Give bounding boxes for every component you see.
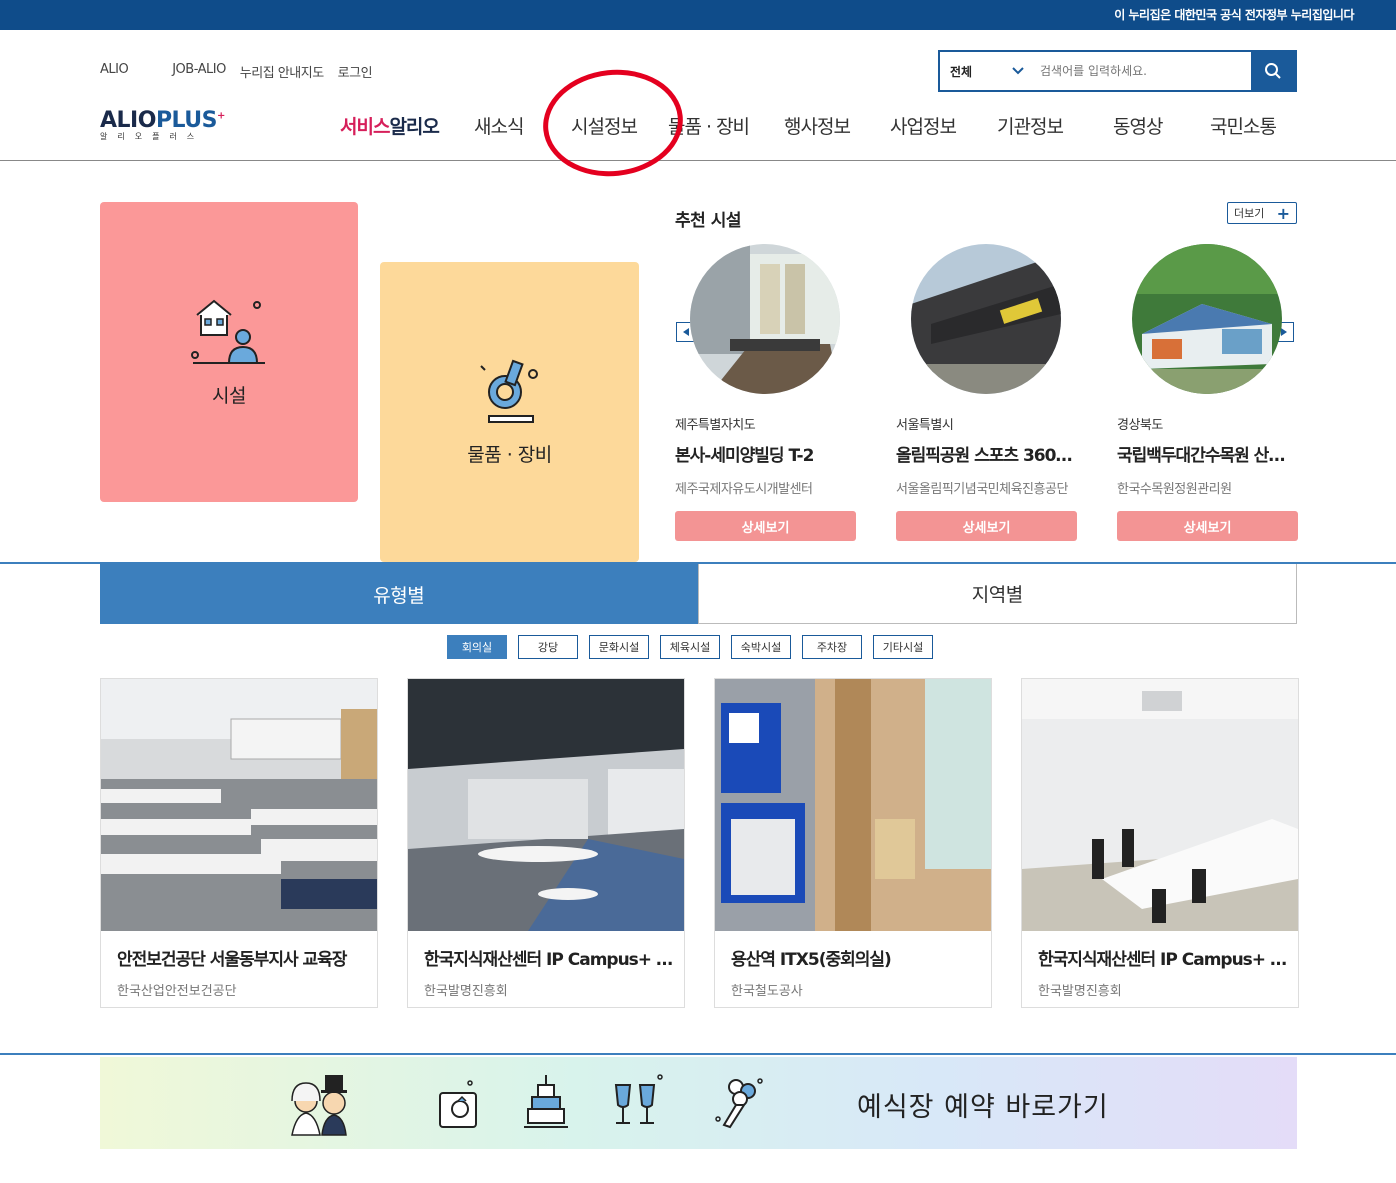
utility-links: ALIO JOB-ALIO 누리집 안내지도 로그인: [100, 62, 373, 81]
facility-icon: [191, 299, 265, 364]
recommend-region: 서울특별시: [896, 418, 954, 433]
detail-button[interactable]: 상세보기: [1117, 511, 1298, 541]
facility-title[interactable]: 용산역 ITX5(중회의실): [731, 945, 981, 970]
recommend-photo: [1132, 244, 1282, 394]
search-scope-select[interactable]: 전체: [940, 52, 1034, 90]
champagne-glasses-icon: [614, 1074, 663, 1124]
chevron-down-icon: [1012, 67, 1024, 75]
nav-brand-service-alio[interactable]: 서비스알리오: [340, 112, 440, 139]
recommend-region: 제주특별자치도: [675, 418, 756, 433]
search-scope-value: 전체: [950, 64, 973, 79]
main-nav: 서비스알리오 새소식 시설정보 물품 · 장비 행사정보 사업정보 기관정보 동…: [0, 112, 1396, 142]
search-input[interactable]: [1034, 52, 1251, 90]
search-icon: [1265, 63, 1281, 79]
recommend-org: 제주국제자유도시개발센터: [675, 482, 813, 497]
facility-card[interactable]: 한국지식재산센터 IP Campus+ 아이디어룸 한국발명진흥회: [407, 678, 685, 1008]
recommend-photo: [690, 244, 840, 394]
nav-item-videos[interactable]: 동영상: [1113, 112, 1163, 139]
facility-org: 한국발명진흥회: [1038, 984, 1122, 999]
util-link-alio[interactable]: ALIO: [100, 62, 129, 81]
bouquet-icon: [715, 1078, 763, 1129]
search-bar: 전체: [938, 50, 1297, 92]
nav-divider: [0, 160, 1396, 161]
recommend-photo: [911, 244, 1061, 394]
nav-brand-b: 알리오: [389, 116, 439, 138]
recommend-org: 한국수목원정원관리원: [1117, 482, 1232, 497]
util-link-login[interactable]: 로그인: [338, 62, 373, 81]
detail-button[interactable]: 상세보기: [896, 511, 1077, 541]
util-link-job-alio[interactable]: JOB-ALIO: [172, 62, 226, 81]
chip-culture[interactable]: 문화시설: [589, 635, 649, 659]
recommend-title: 추천 시설: [675, 211, 741, 231]
facility-photo: [715, 679, 991, 931]
ring-box-icon: [439, 1080, 477, 1128]
equipment-tile[interactable]: 물품 · 장비: [380, 262, 639, 562]
facility-title[interactable]: 한국지식재산센터 IP Campus+ 상상룸: [1038, 945, 1288, 970]
category-tabs: 유형별 지역별: [100, 564, 1297, 624]
banner-text: 예식장 예약 바로가기: [857, 1092, 1109, 1123]
chip-parking[interactable]: 주차장: [802, 635, 862, 659]
chip-meeting-room[interactable]: 회의실: [447, 635, 507, 659]
wedding-venue-banner[interactable]: 예식장 예약 바로가기: [100, 1057, 1297, 1149]
facility-org: 한국철도공사: [731, 984, 803, 999]
equipment-tile-label: 물품 · 장비: [467, 443, 552, 466]
chip-other[interactable]: 기타시설: [873, 635, 933, 659]
facility-title[interactable]: 한국지식재산센터 IP Campus+ 아이디어룸: [424, 945, 674, 970]
facility-tile[interactable]: 시설: [100, 202, 358, 502]
facility-tile-label: 시설: [212, 384, 246, 407]
facility-photo: [1022, 679, 1298, 931]
tab-by-region[interactable]: 지역별: [697, 564, 1297, 624]
util-link-sitemap[interactable]: 누리집 안내지도: [240, 62, 324, 81]
recommend-name[interactable]: 국립백두대간수목원 산림생물자원: [1117, 441, 1298, 466]
section-divider: [0, 1053, 1396, 1055]
recommend-card[interactable]: 서울특별시 올림픽공원 스포츠 360 PLAY 서울올림픽기념국민체육진흥공단…: [896, 244, 1077, 541]
facility-card[interactable]: 용산역 ITX5(중회의실) 한국철도공사: [714, 678, 992, 1008]
nav-brand-a: 서비스: [340, 116, 390, 138]
more-button-label: 더보기: [1234, 207, 1265, 220]
gov-notice-text: 이 누리집은 대한민국 공식 전자정부 누리집입니다: [1114, 8, 1354, 22]
recommend-card[interactable]: 경상북도 국립백두대간수목원 산림생물자원 한국수목원정원관리원 상세보기: [1117, 244, 1298, 541]
plus-icon: +: [1276, 203, 1290, 223]
recommend-name[interactable]: 본사-세미양빌딩 T-2: [675, 441, 856, 466]
nav-item-business[interactable]: 사업정보: [890, 112, 957, 139]
chip-lodging[interactable]: 숙박시설: [731, 635, 791, 659]
nav-item-institutions[interactable]: 기관정보: [997, 112, 1064, 139]
bride-groom-icon: [291, 1075, 347, 1136]
recommend-org: 서울올림픽기념국민체육진흥공단: [896, 482, 1068, 497]
facility-org: 한국산업안전보건공단: [117, 984, 237, 999]
nav-item-events[interactable]: 행사정보: [784, 112, 851, 139]
gov-notice-bar: 이 누리집은 대한민국 공식 전자정부 누리집입니다: [0, 0, 1396, 30]
facility-card[interactable]: 한국지식재산센터 IP Campus+ 상상룸 한국발명진흥회: [1021, 678, 1299, 1008]
facility-photo: [101, 679, 377, 931]
microscope-icon: [479, 359, 538, 423]
facility-title[interactable]: 안전보건공단 서울동부지사 교육장: [117, 945, 367, 970]
wedding-cake-icon: [524, 1075, 568, 1128]
more-button[interactable]: 더보기 +: [1227, 202, 1297, 224]
recommend-card[interactable]: 제주특별자치도 본사-세미양빌딩 T-2 제주국제자유도시개발센터 상세보기: [675, 244, 856, 541]
annotation-circle: [537, 62, 689, 184]
search-button[interactable]: [1251, 52, 1295, 90]
facility-org: 한국발명진흥회: [424, 984, 508, 999]
tab-by-type[interactable]: 유형별: [100, 564, 698, 624]
facility-card[interactable]: 안전보건공단 서울동부지사 교육장 한국산업안전보건공단: [100, 678, 378, 1008]
chip-sports[interactable]: 체육시설: [660, 635, 720, 659]
recommend-name[interactable]: 올림픽공원 스포츠 360 PLAY: [896, 441, 1077, 466]
chip-auditorium[interactable]: 강당: [518, 635, 578, 659]
facility-type-filters: 회의실 강당 문화시설 체육시설 숙박시설 주차장 기타시설: [447, 635, 933, 659]
nav-item-communication[interactable]: 국민소통: [1210, 112, 1277, 139]
detail-button[interactable]: 상세보기: [675, 511, 856, 541]
nav-item-news[interactable]: 새소식: [474, 112, 524, 139]
facility-photo: [408, 679, 684, 931]
recommend-region: 경상북도: [1117, 418, 1163, 433]
